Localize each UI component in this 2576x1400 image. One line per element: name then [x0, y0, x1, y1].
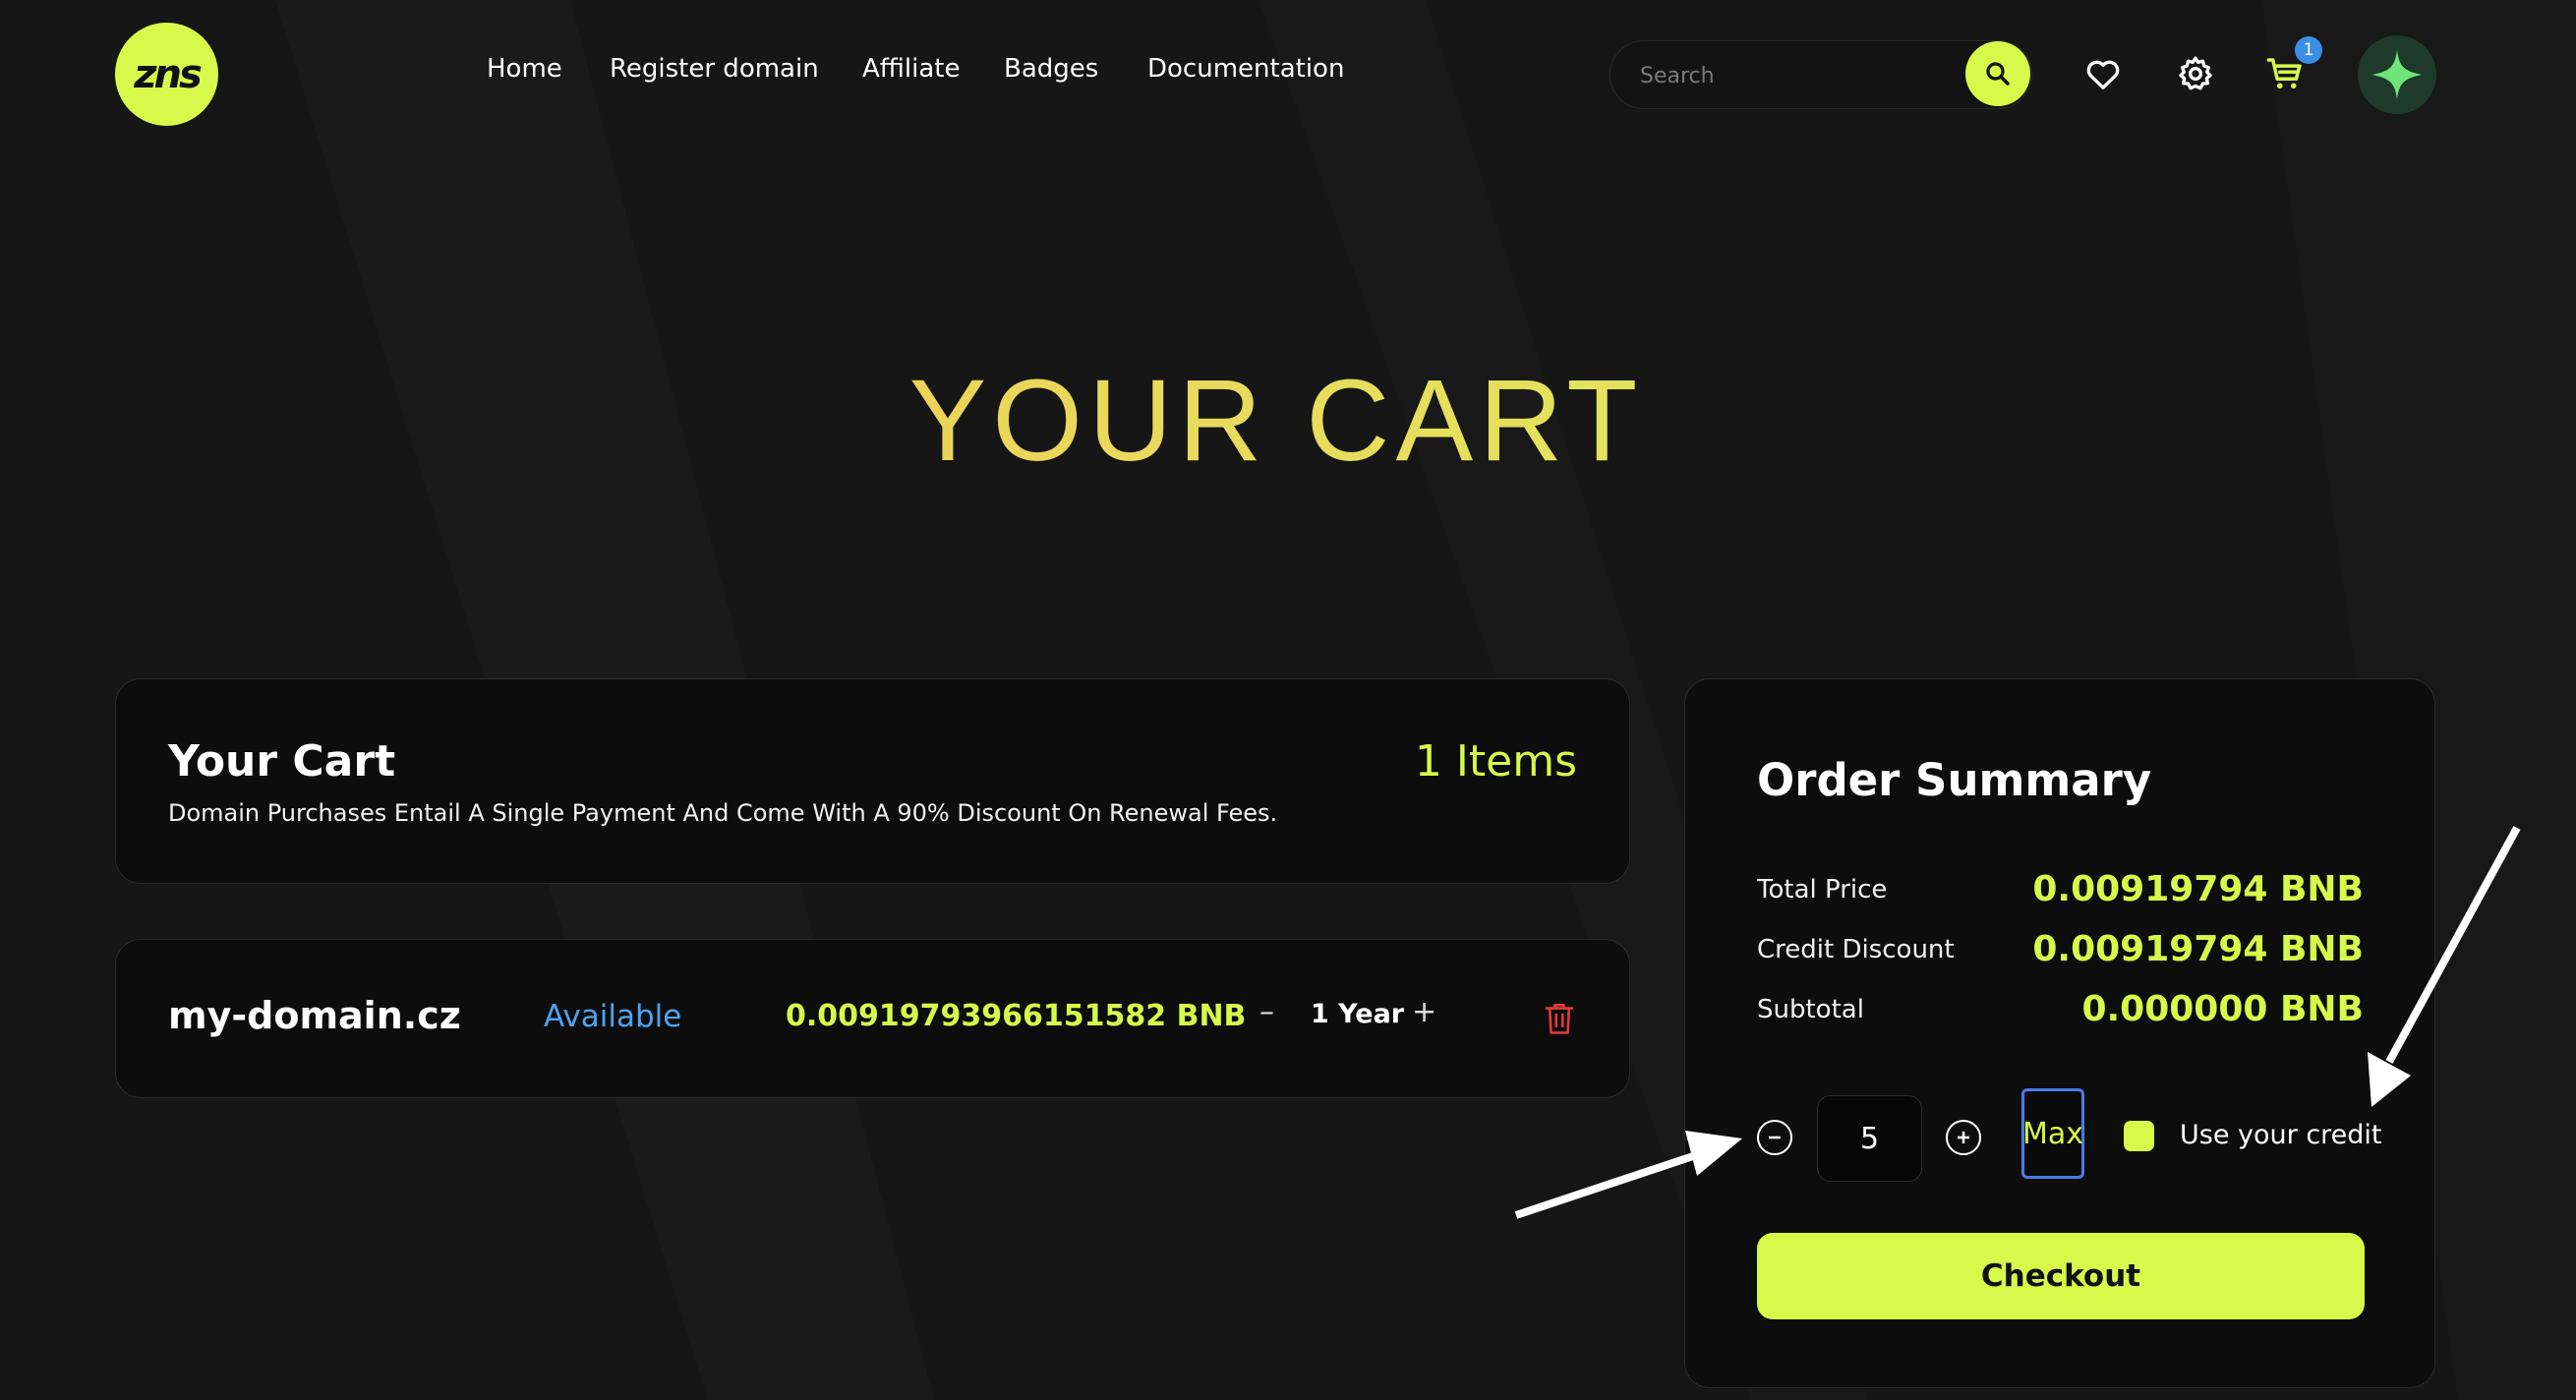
nav-register-domain[interactable]: Register domain	[610, 54, 819, 84]
credit-discount-label: Credit Discount	[1757, 935, 1955, 964]
sparkle-avatar-icon	[2371, 49, 2423, 100]
order-summary-title: Order Summary	[1757, 754, 2152, 806]
delete-item-button[interactable]	[1544, 1002, 1575, 1039]
wishlist-button[interactable]	[2080, 51, 2126, 96]
use-credit-checkbox[interactable]	[2124, 1121, 2154, 1151]
availability-status: Available	[544, 999, 682, 1034]
search-icon	[1986, 62, 2010, 86]
nav-affiliate[interactable]: Affiliate	[862, 54, 961, 84]
checkout-button[interactable]: Checkout	[1757, 1233, 2365, 1319]
increase-period-button[interactable]: +	[1412, 995, 1436, 1029]
domain-price: 0.00919793966151582 BNB	[786, 999, 1247, 1033]
trash-icon	[1545, 1003, 1574, 1034]
user-avatar[interactable]	[2358, 35, 2436, 114]
logo-text: zns	[134, 51, 203, 97]
domain-name: my-domain.cz	[168, 994, 461, 1037]
decrease-credit-button[interactable]	[1757, 1120, 1792, 1155]
cart-item-row: my-domain.cz Available 0.009197939661515…	[115, 939, 1630, 1098]
subtotal-value: 0.000000 BNB	[2081, 989, 2364, 1029]
cart-header-card: Your Cart 1 Items Domain Purchases Entai…	[115, 678, 1630, 884]
order-summary-card: Order Summary Total Price 0.00919794 BNB…	[1684, 678, 2435, 1388]
total-price-value: 0.00919794 BNB	[2032, 869, 2364, 909]
gear-icon	[2179, 56, 2212, 90]
nav-badges[interactable]: Badges	[1004, 54, 1098, 84]
zns-logo[interactable]: zns	[115, 23, 218, 126]
minus-circle-icon	[1769, 1136, 1781, 1139]
credit-discount-value: 0.00919794 BNB	[2032, 929, 2364, 969]
cart-count-badge: 1	[2295, 36, 2322, 64]
plus-circle-icon	[1958, 1132, 1969, 1143]
use-credit-label: Use your credit	[2180, 1120, 2382, 1150]
page-title: YOUR CART	[0, 354, 2552, 488]
nav-home[interactable]: Home	[487, 54, 562, 84]
cart-note: Domain Purchases Entail A Single Payment…	[168, 799, 1278, 827]
max-credit-button[interactable]: Max	[2021, 1088, 2084, 1179]
registration-period: 1 Year	[1311, 999, 1405, 1029]
total-price-label: Total Price	[1757, 875, 1888, 904]
heart-icon	[2086, 60, 2120, 89]
subtotal-label: Subtotal	[1757, 995, 1864, 1024]
nav-documentation[interactable]: Documentation	[1147, 54, 1344, 84]
decrease-period-button[interactable]: –	[1259, 995, 1274, 1029]
cart-item-count: 1 Items	[1414, 736, 1577, 787]
increase-credit-button[interactable]	[1946, 1120, 1981, 1155]
search-button[interactable]	[1965, 41, 2030, 106]
search-input[interactable]	[1638, 57, 1937, 94]
settings-button[interactable]	[2173, 51, 2218, 96]
cart-title: Your Cart	[168, 736, 396, 787]
credit-quantity-input[interactable]	[1817, 1095, 1922, 1182]
